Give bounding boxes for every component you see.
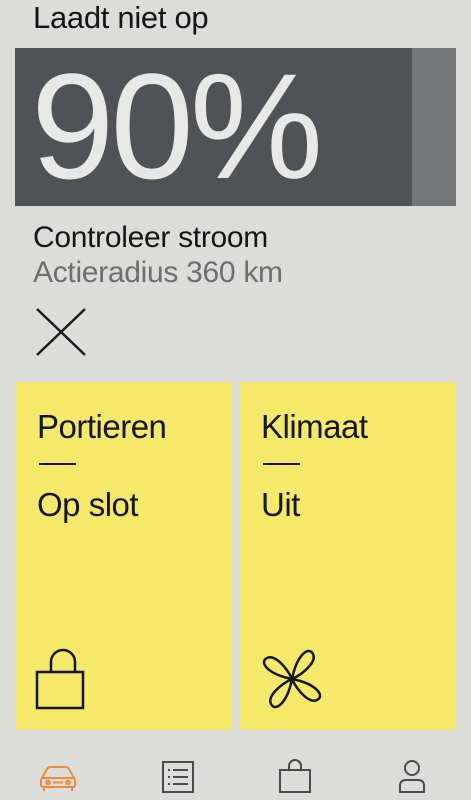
- bottom-nav: [0, 738, 471, 800]
- nav-shop-tab[interactable]: [275, 756, 315, 796]
- climate-tile[interactable]: Klimaat Uit: [239, 382, 456, 730]
- lock-icon[interactable]: [33, 644, 103, 714]
- climate-status: Uit: [261, 486, 300, 523]
- battery-percent: 90%: [31, 42, 323, 210]
- doors-status: Op slot: [37, 486, 139, 523]
- check-power-text[interactable]: Controleer stroom: [33, 220, 268, 256]
- doors-divider: [39, 463, 76, 465]
- battery-level-bar: 90%: [15, 48, 456, 206]
- doors-tile[interactable]: Portieren Op slot: [15, 382, 232, 730]
- car-icon: [40, 766, 76, 791]
- charge-status-text: Laadt niet op: [33, 0, 209, 35]
- list-icon: [162, 761, 194, 793]
- climate-title: Klimaat: [261, 408, 368, 445]
- range-text: Actieradius 360 km: [33, 256, 283, 289]
- nav-car-tab[interactable]: [38, 756, 78, 796]
- close-icon[interactable]: [35, 307, 87, 357]
- nav-profile-tab[interactable]: [392, 756, 432, 796]
- shopping-bag-icon: [279, 759, 311, 793]
- fan-icon[interactable]: [257, 644, 327, 714]
- profile-icon: [399, 760, 425, 793]
- climate-divider: [263, 463, 300, 465]
- doors-title: Portieren: [37, 408, 167, 445]
- nav-list-tab[interactable]: [158, 756, 198, 796]
- app-screen: Laadt niet op 90% Controleer stroom Acti…: [0, 0, 471, 800]
